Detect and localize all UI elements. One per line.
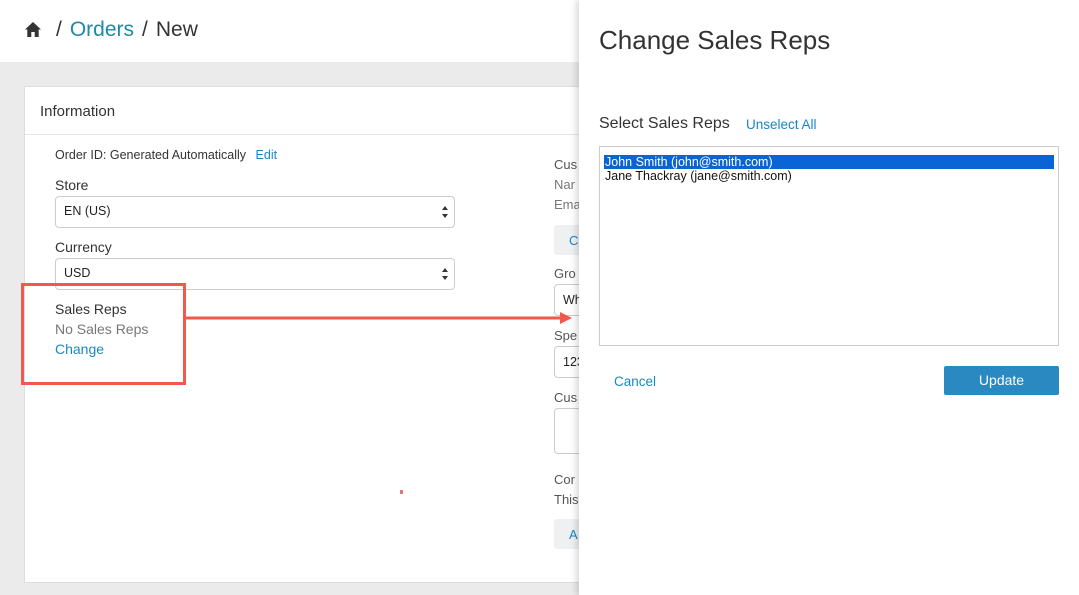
modal-title: Change Sales Reps (599, 25, 831, 55)
select-caret-icon (442, 205, 448, 219)
comments-label: Cor (554, 472, 575, 487)
sales-rep-option[interactable]: John Smith (john@smith.com) (604, 155, 1054, 169)
update-button[interactable]: Update (944, 366, 1059, 395)
comments-text: This (554, 492, 579, 507)
currency-label: Currency (55, 239, 112, 255)
stray-mark (400, 490, 403, 494)
sales-rep-option[interactable]: Jane Thackray (jane@smith.com) (604, 169, 1054, 183)
unselect-all-link[interactable]: Unselect All (746, 117, 817, 132)
cancel-button[interactable]: Cancel (614, 374, 656, 389)
breadcrumb-separator: / (56, 18, 62, 41)
select-caret-icon (442, 267, 448, 281)
change-sales-reps-modal: Change Sales Reps Select Sales Reps Unse… (579, 0, 1079, 595)
order-id: Order ID: Generated Automatically Edit (55, 148, 277, 162)
customer-email-label: Ema (554, 197, 581, 212)
group-label: Gro (554, 266, 576, 281)
currency-select-value: USD (64, 266, 91, 280)
customer-notes-label: Cus (554, 390, 578, 405)
store-select[interactable]: EN (US) (55, 196, 455, 228)
breadcrumb: / Orders / New (24, 18, 198, 42)
special-label: Spe (554, 328, 578, 343)
sales-reps-highlight-box (21, 283, 186, 385)
order-id-text: Order ID: Generated Automatically (55, 148, 247, 162)
customer-label: Cus (554, 157, 578, 172)
sales-reps-listbox[interactable]: John Smith (john@smith.com) Jane Thackra… (599, 146, 1059, 346)
store-label: Store (55, 177, 89, 193)
customer-name-label: Nar (554, 177, 575, 192)
order-id-edit-link[interactable]: Edit (256, 148, 278, 162)
breadcrumb-separator: / (142, 18, 148, 41)
select-sales-reps-label: Select Sales Reps (599, 115, 730, 132)
annotation-arrow-icon (186, 312, 572, 324)
breadcrumb-current: New (155, 18, 198, 41)
home-icon[interactable] (24, 21, 42, 39)
store-select-value: EN (US) (64, 204, 111, 218)
breadcrumb-orders-link[interactable]: Orders (70, 18, 134, 42)
panel-title: Information (25, 87, 623, 135)
